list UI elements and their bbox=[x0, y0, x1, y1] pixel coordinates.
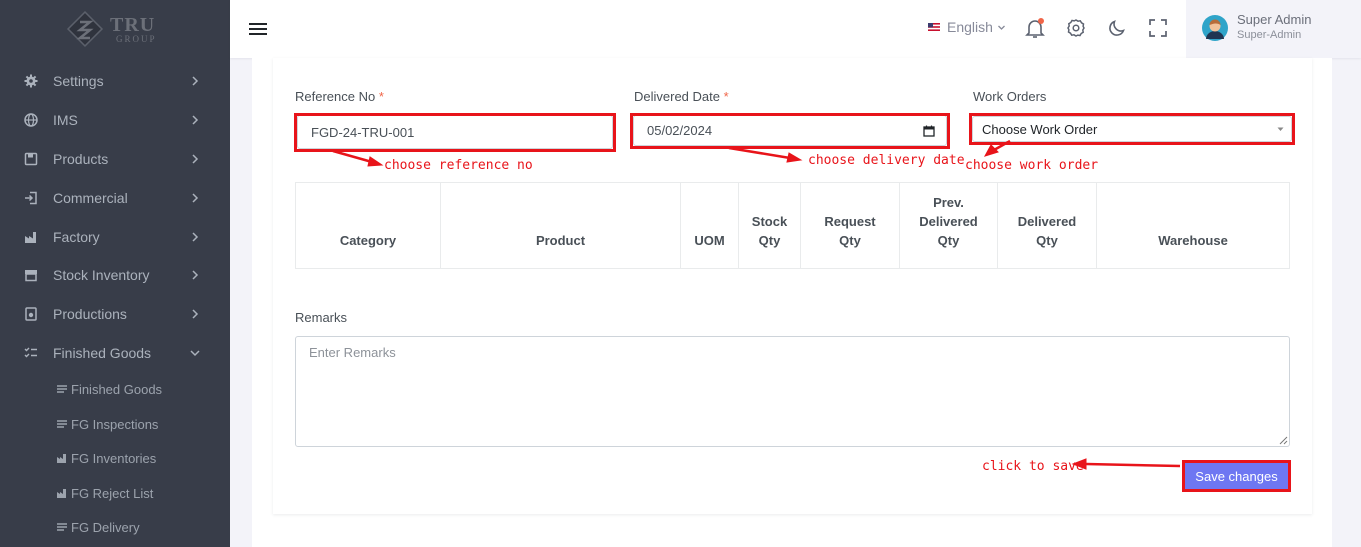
products-table: Category Product UOM Stock Qty Request Q… bbox=[295, 182, 1290, 269]
sidebar-item-label: Factory bbox=[53, 229, 100, 245]
chevron-down-icon bbox=[997, 25, 1005, 30]
column-header-uom: UOM bbox=[681, 183, 739, 268]
sidebar-item-label: Finished Goods bbox=[53, 345, 152, 361]
work-orders-label: Work Orders bbox=[973, 89, 1047, 104]
list-icon bbox=[57, 523, 67, 531]
column-header-request-qty: Request Qty bbox=[801, 183, 900, 268]
sidebar-subitem-fg-inspections[interactable]: FG Inspections bbox=[0, 409, 230, 439]
column-header-warehouse: Warehouse bbox=[1158, 233, 1228, 248]
sidebar-item-settings[interactable]: Settings bbox=[0, 62, 230, 100]
sidebar-item-label: Commercial bbox=[53, 190, 128, 206]
logo[interactable]: TRU GROUP bbox=[66, 8, 166, 48]
date-highlight-box bbox=[630, 113, 950, 149]
save-icon bbox=[24, 152, 38, 166]
sidebar-subitem-finished-goods[interactable]: Finished Goods bbox=[0, 374, 230, 404]
chevron-right-icon bbox=[192, 154, 199, 164]
brand-sub: GROUP bbox=[116, 34, 157, 44]
list-icon bbox=[57, 385, 67, 393]
login-icon bbox=[25, 191, 37, 205]
sidebar-item-commercial[interactable]: Commercial bbox=[0, 179, 230, 217]
sidebar-subitem-label: FG Reject List bbox=[71, 485, 154, 501]
annotation-date: choose delivery date bbox=[808, 153, 965, 168]
sidebar-subitem-fg-delivery[interactable]: FG Delivery bbox=[0, 512, 230, 542]
chevron-right-icon bbox=[192, 193, 199, 203]
column-header-product: Product bbox=[441, 183, 681, 268]
notification-bell-icon[interactable] bbox=[1024, 17, 1046, 39]
chevron-right-icon bbox=[192, 270, 199, 280]
avatar bbox=[1202, 15, 1228, 41]
tru-logo-icon bbox=[66, 10, 104, 48]
checklist-icon bbox=[24, 347, 37, 358]
factory-icon bbox=[25, 232, 36, 243]
us-flag-icon bbox=[928, 23, 940, 31]
required-mark: * bbox=[378, 89, 384, 104]
annotation-reference: choose reference no bbox=[384, 158, 533, 173]
sidebar-subitem-label: FG Delivery bbox=[71, 519, 140, 535]
sidebar-item-label: Settings bbox=[53, 73, 104, 89]
factory-icon bbox=[57, 489, 66, 498]
topbar: English Super Admin Super-Admin bbox=[230, 0, 1361, 58]
chevron-right-icon bbox=[192, 76, 199, 86]
work-order-highlight-box bbox=[969, 113, 1295, 145]
user-profile[interactable]: Super Admin Super-Admin bbox=[1186, 0, 1361, 58]
user-role: Super-Admin bbox=[1237, 29, 1302, 41]
sidebar-subitem-fg-inventories[interactable]: FG Inventories bbox=[0, 443, 230, 473]
chevron-right-icon bbox=[192, 115, 199, 125]
sidebar-item-label: IMS bbox=[53, 112, 78, 128]
annotation-save: click to save bbox=[982, 459, 1084, 474]
production-icon bbox=[25, 307, 37, 321]
hamburger-menu-icon[interactable] bbox=[248, 20, 268, 38]
sidebar-item-label: Products bbox=[53, 151, 109, 167]
remarks-textarea[interactable]: Enter Remarks bbox=[295, 336, 1290, 447]
settings-gear-icon[interactable] bbox=[1065, 17, 1087, 39]
column-header-stock-qty: Stock Qty bbox=[739, 183, 801, 268]
sidebar-item-label: Productions bbox=[53, 306, 127, 322]
sidebar-subitem-label: Finished Goods bbox=[71, 381, 163, 397]
globe-icon bbox=[24, 113, 38, 127]
reference-label: Reference No * bbox=[295, 89, 384, 104]
sidebar-subitem-label: FG Inventories bbox=[71, 450, 157, 466]
sidebar-item-products[interactable]: Products bbox=[0, 140, 230, 178]
reference-highlight-box bbox=[294, 113, 616, 152]
save-changes-button[interactable]: Save changes bbox=[1182, 460, 1291, 492]
reference-label-text: Reference No bbox=[295, 89, 376, 104]
chevron-down-icon bbox=[190, 350, 200, 357]
remarks-placeholder: Enter Remarks bbox=[309, 345, 396, 360]
delivered-date-label-text: Delivered Date bbox=[634, 89, 720, 104]
resize-handle-icon[interactable] bbox=[1279, 436, 1288, 445]
delivered-date-label: Delivered Date * bbox=[634, 89, 729, 104]
factory-icon bbox=[57, 454, 66, 463]
store-icon bbox=[25, 270, 37, 282]
dark-mode-moon-icon[interactable] bbox=[1106, 17, 1128, 39]
remarks-label: Remarks bbox=[295, 310, 348, 325]
sidebar-item-finished-goods[interactable]: Finished Goods bbox=[0, 334, 230, 372]
user-name: Super Admin bbox=[1237, 12, 1312, 27]
chevron-right-icon bbox=[192, 232, 199, 242]
language-selector[interactable]: English bbox=[928, 19, 1006, 35]
sidebar-item-stock-inventory[interactable]: Stock Inventory bbox=[0, 256, 230, 294]
column-header-prev-delivered-qty: Prev. Delivered Qty bbox=[900, 183, 998, 268]
required-mark: * bbox=[723, 89, 729, 104]
annotation-work-order: choose work order bbox=[965, 158, 1099, 173]
sidebar-item-ims[interactable]: IMS bbox=[0, 101, 230, 139]
fullscreen-icon[interactable] bbox=[1147, 17, 1169, 39]
chevron-right-icon bbox=[192, 309, 199, 319]
language-label: English bbox=[947, 19, 993, 35]
sidebar-item-productions[interactable]: Productions bbox=[0, 295, 230, 333]
column-header-delivered-qty: Delivered Qty bbox=[998, 183, 1097, 268]
sidebar-item-label: Stock Inventory bbox=[53, 267, 150, 283]
sidebar-subitem-fg-reject-list[interactable]: FG Reject List bbox=[0, 478, 230, 508]
sidebar: TRU GROUP Settings IMS Products Commerci… bbox=[0, 0, 230, 547]
sidebar-item-factory[interactable]: Factory bbox=[0, 218, 230, 256]
list-icon bbox=[57, 420, 67, 428]
column-header-category: Category bbox=[296, 183, 441, 268]
sidebar-subitem-label: FG Inspections bbox=[71, 416, 159, 432]
gear-icon bbox=[24, 74, 38, 88]
